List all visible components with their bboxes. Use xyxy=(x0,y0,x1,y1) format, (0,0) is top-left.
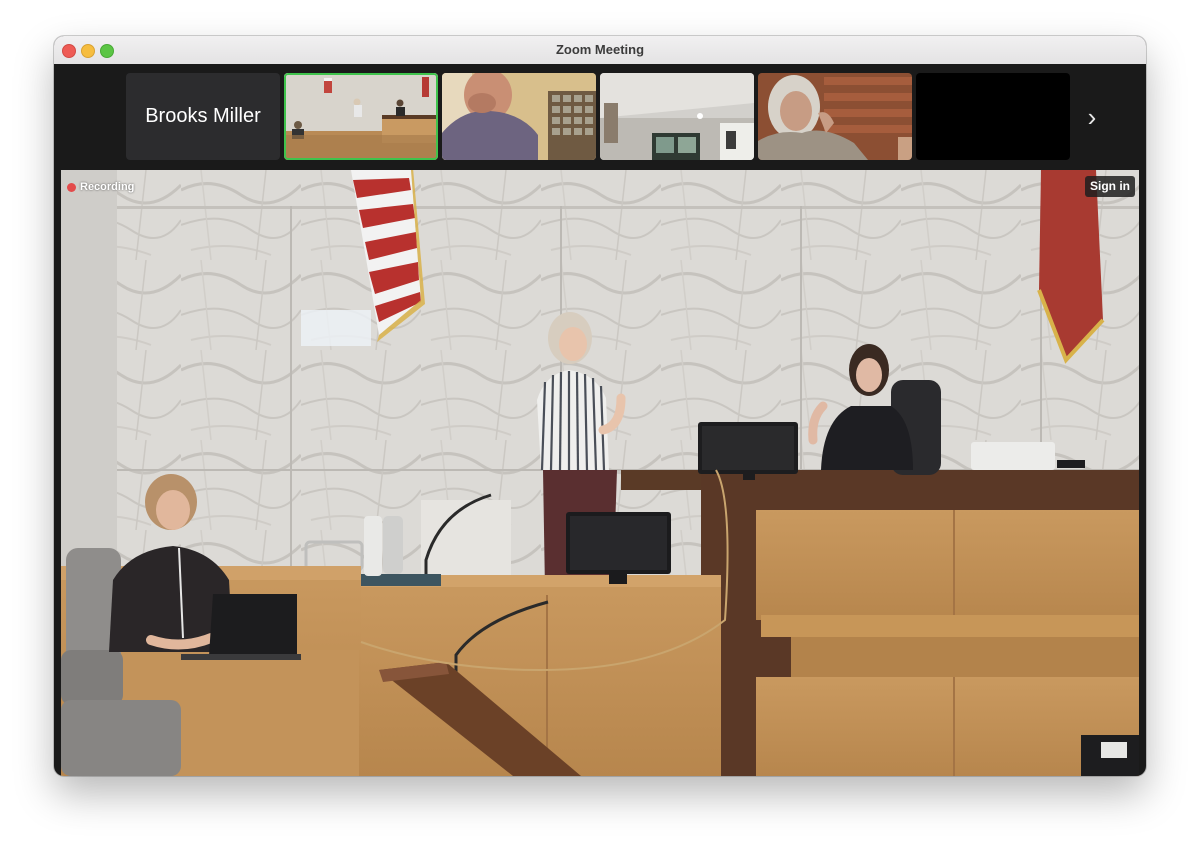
participant-name: Brooks Miller xyxy=(145,105,261,127)
participant-tile-4[interactable] xyxy=(600,73,754,160)
participant-video xyxy=(284,73,438,160)
participant-tile-3[interactable] xyxy=(442,73,596,160)
recording-indicator: Recording xyxy=(67,179,134,195)
participant-tile-courtroom[interactable] xyxy=(284,73,438,160)
participant-tile-brooks-miller[interactable]: Brooks Miller xyxy=(126,73,280,160)
participant-video xyxy=(758,73,912,160)
recording-dot-icon xyxy=(67,182,76,192)
sign-in-button[interactable]: Sign in xyxy=(1085,176,1135,197)
chevron-right-icon[interactable]: › xyxy=(1080,100,1104,134)
participant-tile-6[interactable] xyxy=(916,73,1070,160)
zoom-window: Zoom Meeting Brooks Miller › Recording S… xyxy=(54,36,1146,776)
participant-tile-5[interactable] xyxy=(758,73,912,160)
main-video: Recording Sign in xyxy=(61,170,1139,776)
gallery-strip: Brooks Miller › xyxy=(54,64,1146,170)
window-title: Zoom Meeting xyxy=(555,42,645,57)
participant-video xyxy=(600,73,754,160)
title-bar: Zoom Meeting xyxy=(54,36,1146,65)
recording-label: Recording xyxy=(80,181,135,193)
participant-video xyxy=(442,73,596,160)
courtroom-video-feed xyxy=(61,170,1139,776)
